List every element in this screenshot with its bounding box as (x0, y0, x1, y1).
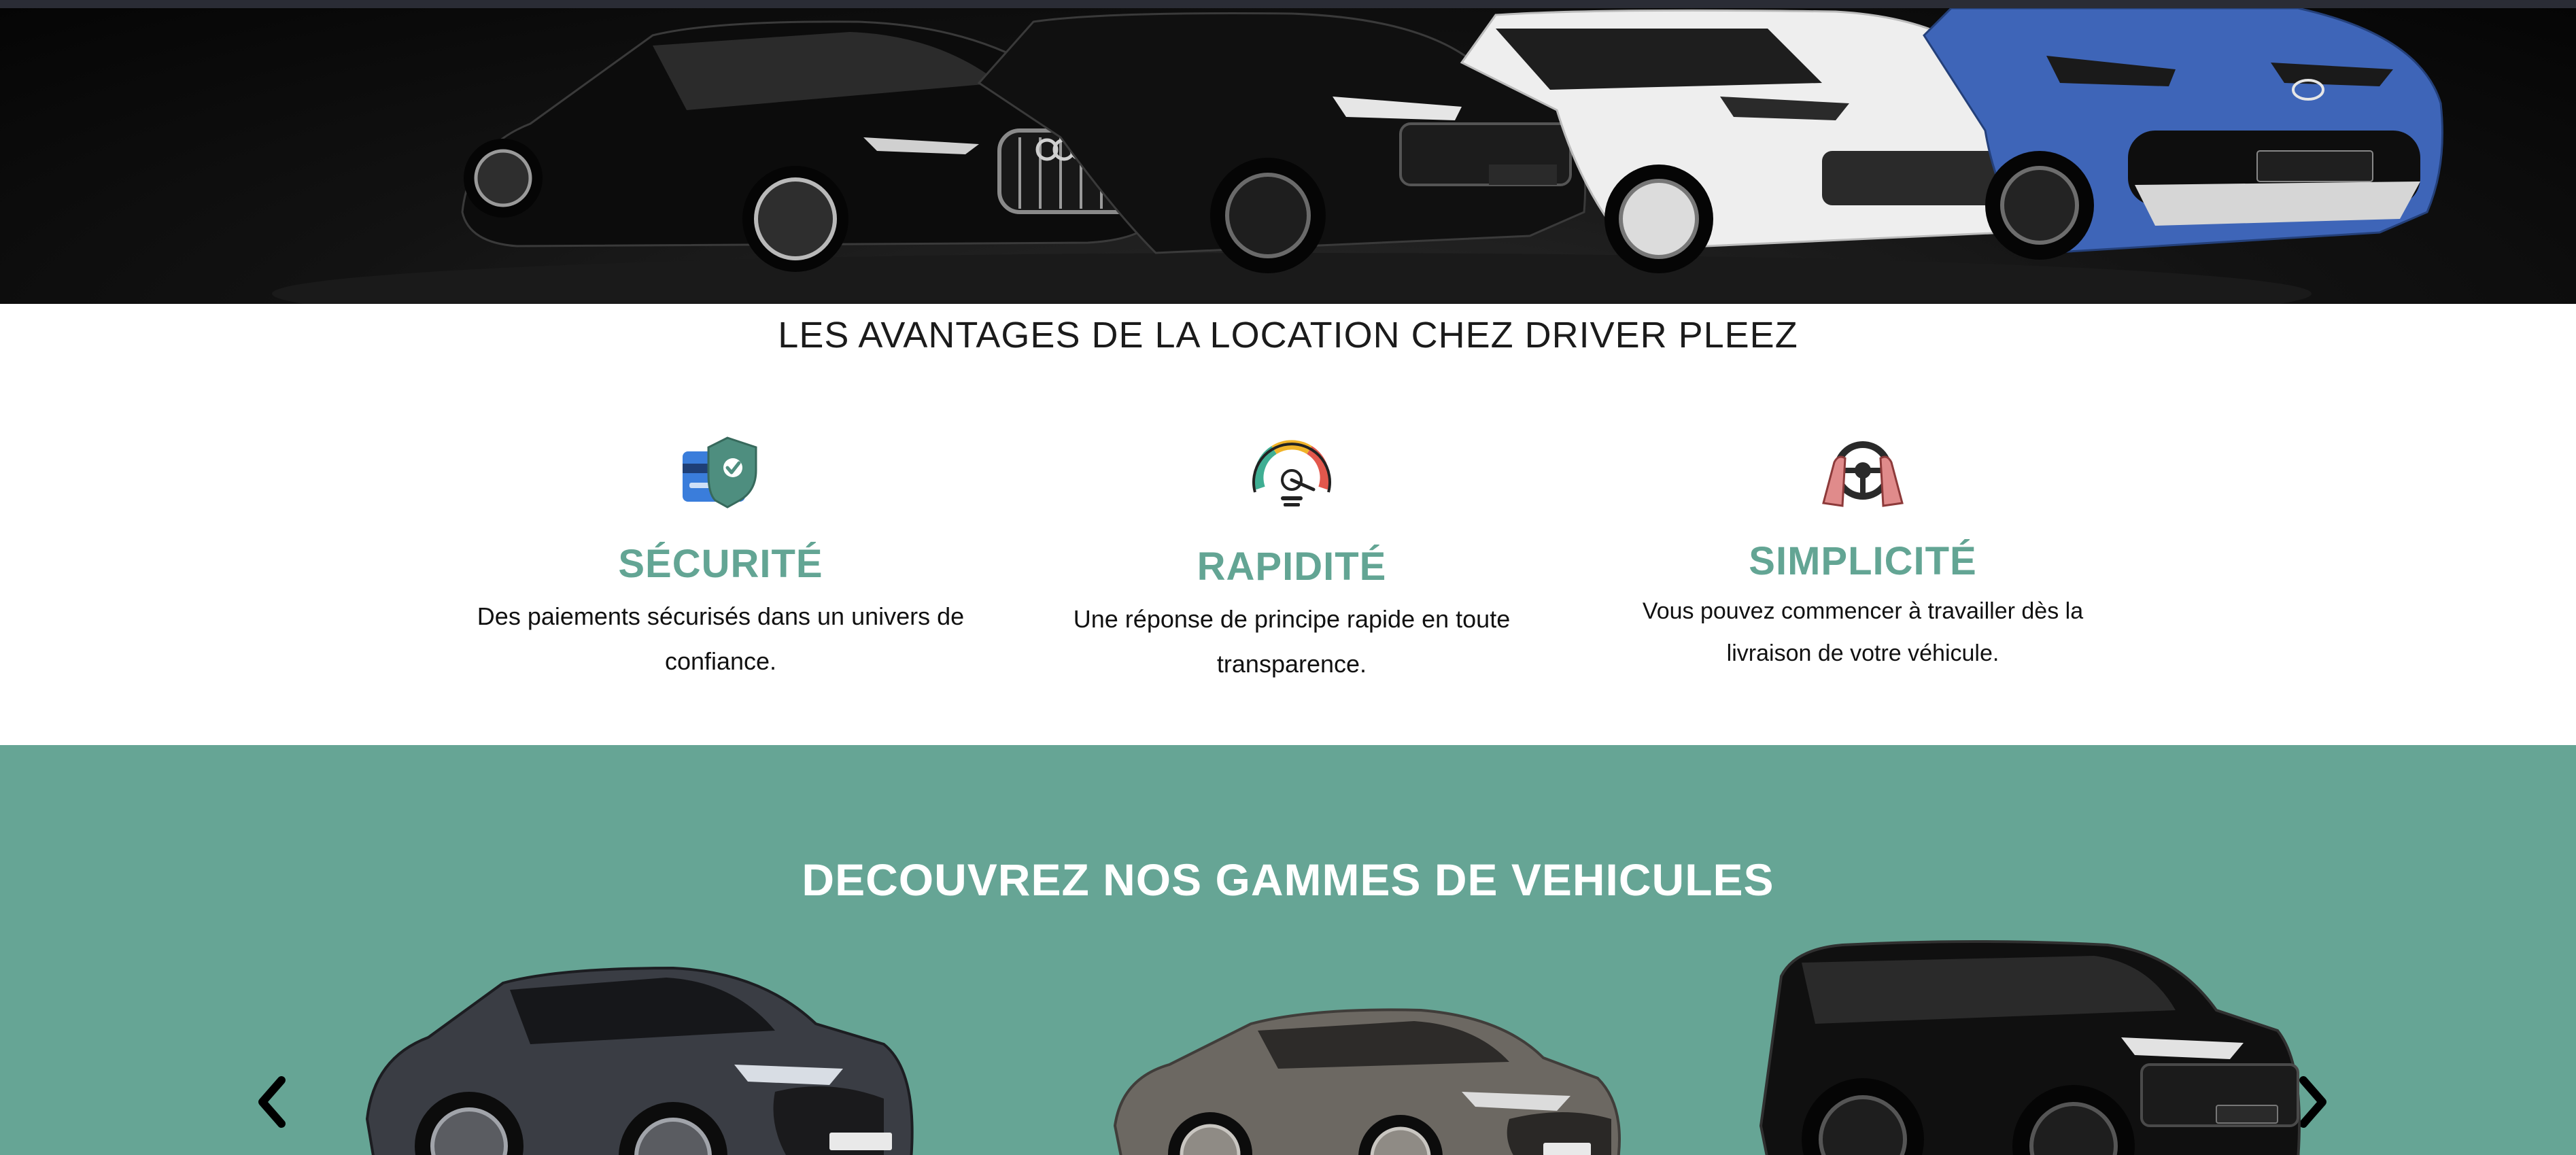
hero-cars-illustration (272, 8, 2443, 304)
vehicle-ranges-title: DECOUVREZ NOS GAMMES DE VEHICULES (802, 855, 1774, 905)
advantage-heading: SIMPLICITÉ (1749, 539, 1977, 583)
advantage-line-2: confiance. (664, 647, 777, 675)
shield-card-icon (680, 435, 761, 510)
carousel-car-lexus-nx[interactable] (354, 963, 925, 1155)
hero-banner (0, 8, 2576, 304)
carousel-car-toyota-rav4[interactable] (1754, 935, 2312, 1155)
vehicle-ranges-section: DECOUVREZ NOS GAMMES DE VEHICULES (0, 745, 2576, 1155)
advantage-line-1: Une réponse de principe rapide en toute (1073, 605, 1511, 633)
advantages-title: LES AVANTAGES DE LA LOCATION CHEZ DRIVER… (778, 315, 1798, 356)
hero-car-chr (1923, 8, 2443, 260)
speedometer-icon (1251, 431, 1333, 513)
carousel-prev-button[interactable] (245, 1068, 299, 1136)
top-bar (0, 0, 2576, 8)
steering-wheel-icon (1822, 435, 1904, 510)
advantage-heading: RAPIDITÉ (1197, 545, 1387, 589)
advantage-line-1: Des paiements sécurisés dans un univers … (477, 602, 965, 630)
advantage-speed: RAPIDITÉ Une réponse de principe rapide … (1020, 421, 1564, 693)
carousel-car-lexus-ls[interactable] (1108, 1003, 1625, 1155)
advantage-security: SÉCURITÉ Des paiements sécurisés dans un… (449, 421, 993, 693)
advantage-line-2: livraison de votre véhicule. (1726, 640, 1999, 666)
chevron-left-icon (258, 1076, 286, 1128)
advantage-simplicity: SIMPLICITÉ Vous pouvez commencer à trava… (1591, 421, 2135, 693)
advantage-line-2: transparence. (1216, 650, 1367, 678)
advantage-line-1: Vous pouvez commencer à travailler dès l… (1642, 598, 2084, 624)
advantage-heading: SÉCURITÉ (618, 542, 823, 586)
